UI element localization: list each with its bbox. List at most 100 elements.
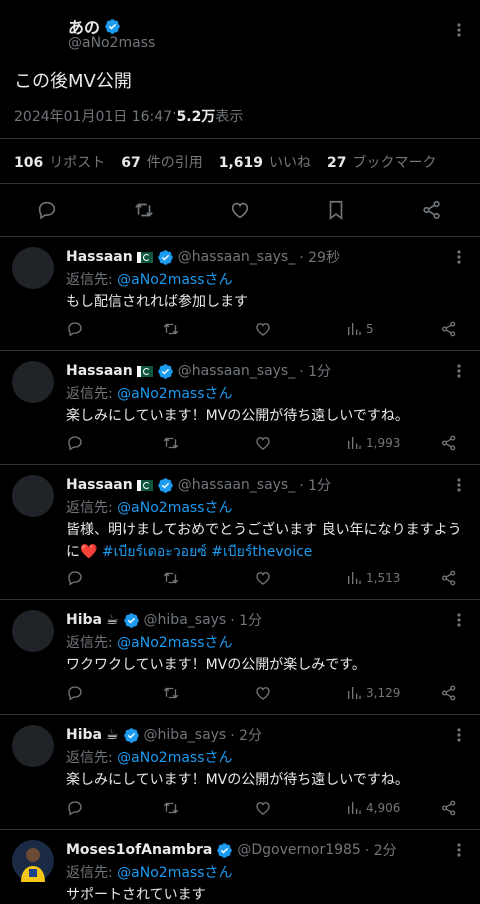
reply-to-line: 返信先: @aNo2massさん xyxy=(66,269,233,289)
reply-time[interactable]: · 29秒 xyxy=(299,247,340,267)
share-button[interactable] xyxy=(440,569,458,587)
coffee-icon: ☕ xyxy=(105,727,119,743)
reply-time[interactable]: · 1分 xyxy=(299,475,331,495)
share-icon[interactable] xyxy=(421,199,443,221)
reply-author-name[interactable]: Hiba xyxy=(66,612,102,628)
views-icon xyxy=(348,437,361,449)
repost-icon[interactable] xyxy=(133,199,155,221)
views-button[interactable]: 3,129 xyxy=(346,684,400,702)
reply-button[interactable] xyxy=(66,684,84,702)
reply-tweet[interactable]: Hassaan @hassaan_says_ · 1分 返信先: @aNo2ma… xyxy=(0,351,480,464)
reply-author-name[interactable]: Hassaan xyxy=(66,363,133,379)
reply-actions: 1,513 xyxy=(66,569,466,589)
bookmark-icon[interactable] xyxy=(325,199,347,221)
reply-to-label: 返信先: xyxy=(66,865,113,881)
reply-tweet[interactable]: Hiba ☕ @hiba_says · 1分 返信先: @aNo2massさん … xyxy=(0,600,480,714)
share-button[interactable] xyxy=(440,320,458,338)
share-button[interactable] xyxy=(440,799,458,817)
reply-to-line: 返信先: @aNo2massさん xyxy=(66,497,233,517)
repost-button[interactable] xyxy=(162,434,180,452)
repost-button[interactable] xyxy=(162,569,180,587)
reply-author-handle[interactable]: @hassaan_says_ xyxy=(178,363,296,379)
repost-icon xyxy=(163,572,179,584)
reply-author-handle[interactable]: @Dgovernor1985 xyxy=(237,842,360,858)
avatar[interactable] xyxy=(12,610,54,652)
stat-quotes[interactable]: 67 件の引用 xyxy=(121,152,202,172)
repost-button[interactable] xyxy=(162,684,180,702)
like-icon[interactable] xyxy=(229,199,251,221)
reply-to-line: 返信先: @aNo2massさん xyxy=(66,747,233,767)
repost-icon xyxy=(163,802,179,814)
tweet-timestamp[interactable]: 2024年01月01日 16:47 xyxy=(14,106,172,126)
reply-to-mention[interactable]: @aNo2massさん xyxy=(117,750,232,766)
views-button[interactable]: 5 xyxy=(346,320,374,338)
views-count: 5 xyxy=(366,322,374,336)
reply-author-handle[interactable]: @hiba_says xyxy=(144,612,227,628)
divider xyxy=(0,183,480,184)
reply-to-mention[interactable]: @aNo2massさん xyxy=(117,386,232,402)
reply-author-name[interactable]: Hassaan xyxy=(66,477,133,493)
avatar[interactable] xyxy=(12,725,54,767)
more-icon[interactable] xyxy=(449,725,469,745)
more-icon[interactable] xyxy=(449,610,469,630)
views-count: 1,993 xyxy=(366,436,401,450)
reply-to-mention[interactable]: @aNo2massさん xyxy=(117,635,232,651)
views-button[interactable]: 4,906 xyxy=(346,799,400,817)
reply-author-name[interactable]: Moses1ofAnambra xyxy=(66,842,212,858)
reply-time[interactable]: · 2分 xyxy=(230,725,262,745)
reply-icon xyxy=(68,436,82,451)
reply-author-name[interactable]: Hassaan xyxy=(66,249,133,265)
reply-icon[interactable] xyxy=(36,199,58,221)
reply-to-mention[interactable]: @aNo2massさん xyxy=(117,500,232,516)
like-button[interactable] xyxy=(254,320,272,338)
view-count: 5.2万 xyxy=(176,109,216,125)
reply-actions: 1,993 xyxy=(66,434,466,454)
main-author-handle[interactable]: @aNo2mass xyxy=(68,35,155,51)
repost-button[interactable] xyxy=(162,320,180,338)
reply-button[interactable] xyxy=(66,320,84,338)
views-button[interactable]: 1,993 xyxy=(346,434,400,452)
stat-likes[interactable]: 1,619 いいね xyxy=(219,152,311,172)
more-icon[interactable] xyxy=(449,20,469,40)
reply-button[interactable] xyxy=(66,799,84,817)
reply-author-handle[interactable]: @hassaan_says_ xyxy=(178,477,296,493)
more-icon[interactable] xyxy=(449,361,469,381)
reply-author-name[interactable]: Hiba xyxy=(66,727,102,743)
more-icon[interactable] xyxy=(449,840,469,860)
stat-bookmarks[interactable]: 27 ブックマーク xyxy=(327,152,436,172)
reply-to-mention[interactable]: @aNo2massさん xyxy=(117,865,232,881)
stat-reposts[interactable]: 106 リポスト xyxy=(14,152,105,172)
more-icon[interactable] xyxy=(449,247,469,267)
more-icon[interactable] xyxy=(449,475,469,495)
bookmarks-count: 27 xyxy=(327,155,347,171)
share-button[interactable] xyxy=(440,684,458,702)
reply-time[interactable]: · 2分 xyxy=(365,840,397,860)
avatar[interactable] xyxy=(12,247,54,289)
like-button[interactable] xyxy=(254,799,272,817)
reply-button[interactable] xyxy=(66,434,84,452)
like-icon xyxy=(256,323,270,336)
avatar[interactable] xyxy=(12,361,54,403)
views-button[interactable]: 1,513 xyxy=(346,569,400,587)
reply-to-mention[interactable]: @aNo2massさん xyxy=(117,272,232,288)
reply-actions: 3,129 xyxy=(66,684,466,704)
reply-tweet[interactable]: Moses1ofAnambra @Dgovernor1985 · 2分 返信先:… xyxy=(0,830,480,904)
share-button[interactable] xyxy=(440,434,458,452)
share-icon xyxy=(441,435,456,451)
reply-button[interactable] xyxy=(66,569,84,587)
reply-time[interactable]: · 1分 xyxy=(230,610,262,630)
views-count: 4,906 xyxy=(366,801,401,815)
reply-author-handle[interactable]: @hiba_says xyxy=(144,727,227,743)
hashtag-links[interactable]: #เบียร์เดอะวอยซ์ #เบียร์thevoice xyxy=(102,544,313,560)
reply-tweet[interactable]: Hassaan @hassaan_says_ · 29秒 返信先: @aNo2m… xyxy=(0,237,480,350)
like-button[interactable] xyxy=(254,434,272,452)
avatar[interactable] xyxy=(12,840,54,882)
reply-tweet[interactable]: Hassaan @hassaan_says_ · 1分 返信先: @aNo2ma… xyxy=(0,465,480,599)
like-button[interactable] xyxy=(254,569,272,587)
repost-button[interactable] xyxy=(162,799,180,817)
reply-tweet[interactable]: Hiba ☕ @hiba_says · 2分 返信先: @aNo2massさん … xyxy=(0,715,480,829)
reply-time[interactable]: · 1分 xyxy=(299,361,331,381)
reply-author-handle[interactable]: @hassaan_says_ xyxy=(178,249,296,265)
like-button[interactable] xyxy=(254,684,272,702)
avatar[interactable] xyxy=(12,475,54,517)
